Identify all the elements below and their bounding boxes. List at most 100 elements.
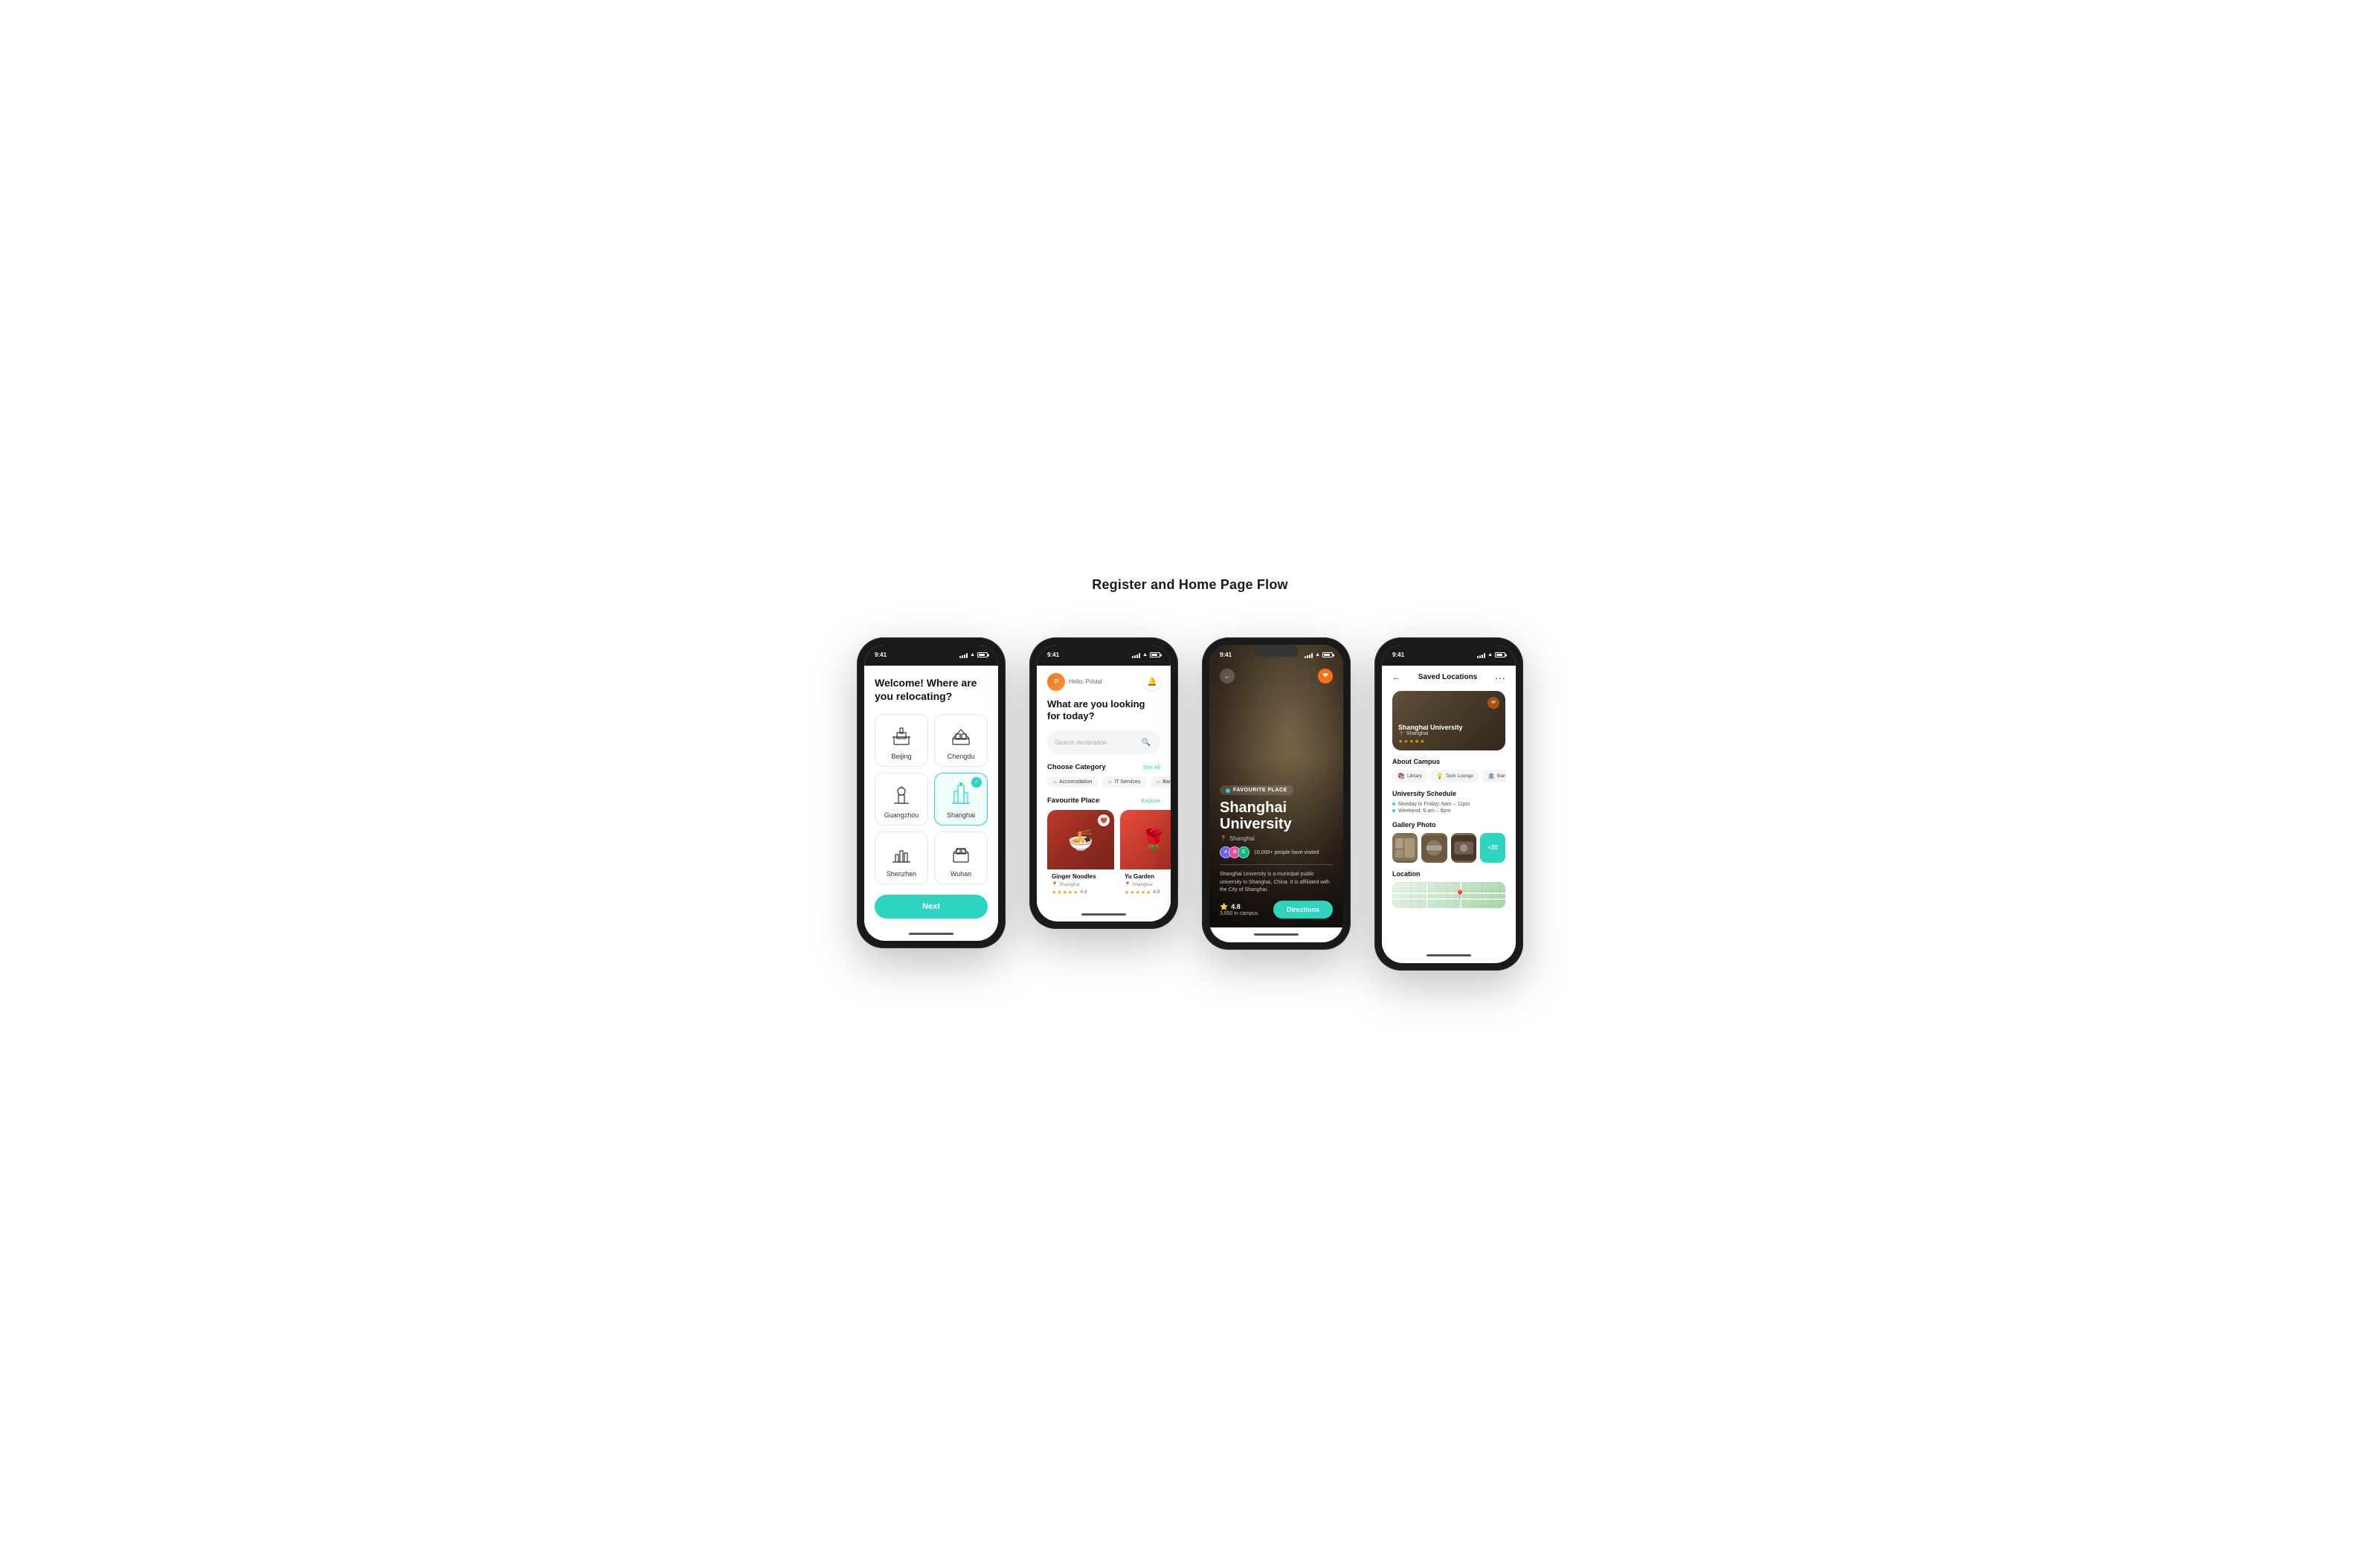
fav-card-garden[interactable]: 🌹 Yu Garden 📍 Shanghai ★★★★★ 4.5 (1120, 810, 1171, 899)
accomodation-label: Accomodation (1059, 779, 1092, 785)
p2-header: P Hello, Pristal 🔔 (1047, 673, 1160, 691)
shanghai-icon (948, 781, 974, 808)
signal-icon-4 (1477, 652, 1485, 658)
fav-badge-dot (1226, 788, 1230, 793)
wifi-icon-4: ▲ (1488, 652, 1493, 657)
noodles-info: Ginger Noodles 📍 Shanghai ★★★★★ 4.8 (1047, 869, 1114, 899)
visitor-avatars: A B C (1220, 846, 1250, 858)
visitors-row: A B C 10,000+ people have visited (1220, 846, 1333, 858)
noodles-stars: ★★★★★ 4.8 (1052, 890, 1110, 895)
battery-icon-4 (1495, 652, 1505, 657)
schedule-section: University Schedule Monday to Friday: 6a… (1392, 790, 1505, 814)
home-indicator-3 (1254, 933, 1299, 936)
battery-icon-2 (1150, 652, 1160, 657)
home-indicator-4 (1427, 954, 1471, 956)
gallery-more[interactable]: +20 (1480, 833, 1505, 863)
campus-tech-lounge[interactable]: 💡 Tech Lounge (1431, 770, 1479, 782)
status-icons-4: ▲ (1477, 652, 1505, 658)
phone-1-notch: 9:41 ▲ (864, 645, 998, 666)
city-card-wuhan[interactable]: Wuhan (934, 832, 988, 884)
banks-dot (1157, 780, 1160, 784)
fav-badge-text: FAVOURITE PLACE (1233, 788, 1287, 793)
user-avatar: P (1047, 673, 1065, 691)
directions-button[interactable]: Directions (1273, 901, 1333, 919)
category-it-services[interactable]: IT Services (1102, 776, 1146, 788)
see-all-button[interactable]: See All (1143, 764, 1160, 771)
map-preview[interactable]: 📍 (1392, 882, 1505, 908)
rating-badge: ⭐ 4.8 (1220, 903, 1258, 911)
banks-label: Banks (1162, 779, 1171, 785)
fav-place-label: Favourite Place (1047, 797, 1099, 805)
rating-directions-row: ⭐ 4.8 3,650 in campus Directions (1220, 901, 1333, 919)
city-card-chengdu[interactable]: Chengdu (934, 714, 988, 767)
fav-card-noodles[interactable]: 🍜 ❤️ Ginger Noodles 📍 Shanghai ★★★★★ 4.8 (1047, 810, 1114, 899)
phones-row: 9:41 ▲ Welcome! Where are you relocating… (857, 637, 1523, 971)
gallery-thumb-2[interactable] (1421, 833, 1447, 863)
phone-4-time: 9:41 (1392, 652, 1404, 658)
phone-4-notch: 9:41 ▲ (1382, 645, 1516, 666)
schedule-text-1: Monday to Friday: 6am – 11pm (1398, 802, 1470, 807)
gallery-thumb-3[interactable] (1451, 833, 1476, 863)
wifi-icon: ▲ (970, 652, 975, 657)
city-card-guangzhou[interactable]: Guangzhou (875, 773, 928, 826)
garden-info: Yu Garden 📍 Shanghai ★★★★★ 4.5 (1120, 869, 1171, 899)
garden-stars: ★★★★★ 4.5 (1125, 890, 1171, 895)
map-road-v1 (1427, 882, 1428, 908)
p2-user: P Hello, Pristal (1047, 673, 1102, 691)
category-accomodation[interactable]: Accomodation (1047, 776, 1098, 788)
chengdu-icon (948, 722, 974, 749)
explore-button[interactable]: Explore (1142, 797, 1160, 804)
category-header: Choose Category See All (1047, 763, 1160, 771)
shenzhen-icon (888, 840, 915, 866)
beijing-icon (888, 722, 915, 749)
search-bar[interactable]: Search destination 🔍 (1047, 730, 1160, 754)
wifi-icon-3: ▲ (1315, 652, 1320, 657)
library-icon: 📚 (1398, 773, 1405, 779)
campus-chips: 📚 Library 💡 Tech Lounge 🏦 Banks (1392, 770, 1505, 782)
phone3-status-icons: ▲ (1305, 652, 1333, 658)
location-pin-icon: 📍 (1220, 835, 1227, 842)
home-indicator (909, 933, 953, 935)
phone-4-screen: 9:41 ▲ ← Saved Locations ··· (1382, 645, 1516, 963)
city-card-shanghai[interactable]: Shanghai (934, 773, 988, 826)
p4-menu-dots[interactable]: ··· (1495, 672, 1505, 684)
phone-3-screen: 9:41 ▲ ← ❤ (1209, 645, 1343, 942)
rating-value: 4.8 (1231, 903, 1241, 910)
campus-banks[interactable]: 🏦 Banks (1482, 770, 1505, 782)
map-road-h1 (1392, 892, 1505, 894)
phone3-nav: ← ❤ (1220, 669, 1333, 684)
search-icon: 🔍 (1139, 736, 1153, 749)
back-button[interactable]: ← (1220, 669, 1235, 684)
favourite-badge: FAVOURITE PLACE (1220, 785, 1293, 795)
home-indicator-2 (1081, 913, 1126, 916)
banks-icon: 🏦 (1488, 773, 1495, 779)
notch-pill-2 (1081, 645, 1126, 657)
gallery-thumb-1[interactable] (1392, 833, 1418, 863)
fav-header: Favourite Place Explore (1047, 797, 1160, 805)
city-card-shenzhen[interactable]: Shenzhen (875, 832, 928, 884)
phone-2-bottom (1037, 907, 1171, 922)
place-name: Shanghai University (1220, 800, 1333, 832)
next-button[interactable]: Next (875, 895, 988, 919)
notch-pill (909, 645, 953, 657)
shenzhen-label: Shenzhen (887, 870, 917, 878)
saved-hero: ❤ Shanghai University 📍 Shanghai ★★★★★ (1392, 691, 1505, 750)
phone3-time: 9:41 (1220, 652, 1232, 658)
p4-back-button[interactable]: ← (1392, 673, 1400, 682)
gallery-label: Gallery Photo (1392, 821, 1505, 829)
phone-1-bottom (864, 926, 998, 941)
phone-2-notch: 9:41 ▲ (1037, 645, 1171, 666)
phone-1-content: Welcome! Where are you relocating? Beiji… (864, 666, 998, 927)
category-banks[interactable]: Banks (1151, 776, 1171, 788)
campus-library[interactable]: 📚 Library (1392, 770, 1427, 782)
bell-icon[interactable]: 🔔 (1144, 674, 1160, 690)
garden-name: Yu Garden (1125, 873, 1171, 880)
about-campus-label: About Campus (1392, 758, 1505, 765)
city-card-beijing[interactable]: Beijing (875, 714, 928, 767)
phone3-overlay-content: FAVOURITE PLACE Shanghai University 📍 Sh… (1209, 774, 1343, 927)
battery-icon-3 (1322, 652, 1333, 657)
schedule-item-1: Monday to Friday: 6am – 11pm (1392, 802, 1505, 807)
favourite-heart[interactable]: ❤ (1318, 669, 1333, 684)
phone-1-time: 9:41 (875, 652, 887, 658)
phone-2-home: 9:41 ▲ P Hello, Pristal (1029, 637, 1178, 930)
